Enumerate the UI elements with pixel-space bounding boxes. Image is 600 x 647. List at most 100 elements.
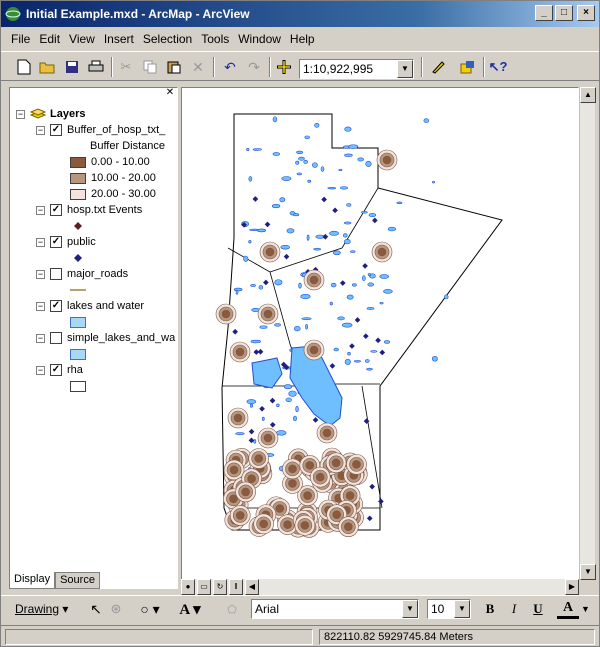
menu-help[interactable]: Help [290,32,315,46]
layer-checkbox[interactable]: ✓ [50,236,62,248]
layer-checkbox[interactable]: ✓ [50,300,62,312]
horizontal-scrollbar[interactable]: ● ▭ ↻ ‖ ◀ ▶ [181,579,579,595]
add-data-icon[interactable] [273,57,295,77]
lake-feature [274,279,283,286]
font-name-combobox[interactable]: Arial ▼ [251,599,419,619]
maximize-button[interactable]: □ [555,5,573,21]
chevron-down-icon[interactable]: ▼ [454,600,470,618]
hospital-buffer [382,155,392,165]
chevron-down-icon[interactable]: ▼ [402,600,418,618]
data-view-icon[interactable]: ● [181,579,195,595]
layer-checkbox[interactable]: ✓ [50,364,62,376]
collapse-icon[interactable]: − [36,365,45,375]
drawing-menu[interactable]: Drawing ▾ [15,602,68,616]
open-folder-icon[interactable] [37,57,59,77]
editor-toolbar-icon[interactable] [427,57,449,77]
menu-file[interactable]: File [11,32,30,46]
underline-button[interactable]: U [527,599,549,619]
menu-window[interactable]: Window [238,32,281,46]
legend-class: 10.00 - 20.00 [70,170,156,186]
save-icon[interactable] [61,57,83,77]
text-tool-icon[interactable]: A ▾ [179,599,201,619]
layout-view-icon[interactable]: ▭ [197,579,211,595]
collapse-icon[interactable]: − [36,237,45,247]
collapse-icon[interactable]: − [36,301,45,311]
undo-icon[interactable]: ↶ [219,57,241,77]
layer-lakes-water[interactable]: − ✓ lakes and water [36,298,144,314]
window-title: Initial Example.mxd - ArcMap - ArcView [26,7,250,21]
delete-icon[interactable]: ✕ [187,57,209,77]
layer-public[interactable]: − ✓ public [36,234,96,250]
map-canvas[interactable] [182,88,578,579]
map-display[interactable] [181,87,579,580]
tab-source[interactable]: Source [55,572,100,589]
hospital-buffer [322,428,332,438]
layer-hosp-events[interactable]: − ✓ hosp.txt Events [36,202,142,218]
hospital-buffer [332,510,341,519]
font-size-combobox[interactable]: 10 ▼ [427,599,471,619]
layer-checkbox[interactable]: ✓ [50,124,62,136]
collapse-icon[interactable]: − [36,205,45,215]
chevron-down-icon[interactable]: ▼ [581,604,590,614]
lake-feature [344,126,352,132]
hospital-buffer [315,472,325,482]
redo-icon[interactable]: ↷ [243,57,265,77]
chevron-right-icon[interactable]: ▶ [565,579,579,595]
font-color-button[interactable]: A [557,599,579,619]
bold-button[interactable]: B [479,599,501,619]
select-elements-icon[interactable]: ↖ [85,599,107,619]
new-document-icon[interactable] [13,57,35,77]
menu-insert[interactable]: Insert [104,32,134,46]
collapse-icon[interactable]: − [16,109,25,119]
close-icon[interactable]: ✕ [163,87,177,101]
map-scale-combobox[interactable]: 1:10,922,995 ▼ [299,59,414,79]
whats-this-help-icon[interactable]: ↖? [487,57,509,77]
close-button[interactable]: × [577,5,595,21]
hospital-buffer [309,345,319,355]
menu-tools[interactable]: Tools [201,32,229,46]
hospital-buffer [229,465,239,475]
menu-view[interactable]: View [69,32,95,46]
chevron-down-icon[interactable]: ▼ [580,564,596,580]
italic-button[interactable]: I [503,599,525,619]
layer-simple-lakes[interactable]: − simple_lakes_and_wa [36,330,175,346]
cut-icon[interactable]: ✂ [115,57,137,77]
status-bar: 822110.82 5929745.84 Meters [1,625,599,647]
chevron-down-icon[interactable]: ▼ [397,60,413,78]
menu-edit[interactable]: Edit [39,32,60,46]
collapse-icon[interactable]: − [36,333,45,343]
minimize-button[interactable]: _ [535,5,553,21]
tab-display[interactable]: Display [9,572,56,589]
lake-feature [314,122,320,128]
lake-feature [246,399,257,405]
hospital-buffer [254,454,264,463]
copy-icon[interactable] [139,57,161,77]
arccatalog-icon[interactable] [457,57,479,77]
lake-feature [346,203,352,207]
layer-buffer[interactable]: − ✓ Buffer_of_hosp_txt_ [36,122,165,138]
refresh-icon[interactable]: ↻ [213,579,227,595]
collapse-icon[interactable]: − [36,269,45,279]
layer-rha[interactable]: − ✓ rha [36,362,83,378]
rotate-icon[interactable]: ⊛ [105,599,127,619]
print-icon[interactable] [85,57,107,77]
layer-checkbox[interactable] [50,332,62,344]
layer-major-roads[interactable]: − major_roads [36,266,128,282]
vertical-scrollbar[interactable]: ▲ ▼ [579,87,596,580]
layers-root[interactable]: − Layers [16,106,85,122]
shape-tool-icon[interactable]: ○ ▾ [139,599,161,619]
lake-feature [342,233,348,238]
layer-checkbox[interactable] [50,268,62,280]
lake-feature [276,403,280,408]
pause-icon[interactable]: ‖ [229,579,243,595]
paste-icon[interactable] [163,57,185,77]
collapse-icon[interactable]: − [36,125,45,135]
chevron-left-icon[interactable]: ◀ [245,579,259,595]
hospital-buffer [305,461,315,470]
menu-selection[interactable]: Selection [143,32,192,46]
layer-checkbox[interactable]: ✓ [50,204,62,216]
hospital-buffer [331,458,341,468]
lake-feature [281,176,292,181]
chevron-up-icon[interactable]: ▲ [580,87,596,103]
edit-vertices-icon[interactable]: ⬠ [221,599,243,619]
